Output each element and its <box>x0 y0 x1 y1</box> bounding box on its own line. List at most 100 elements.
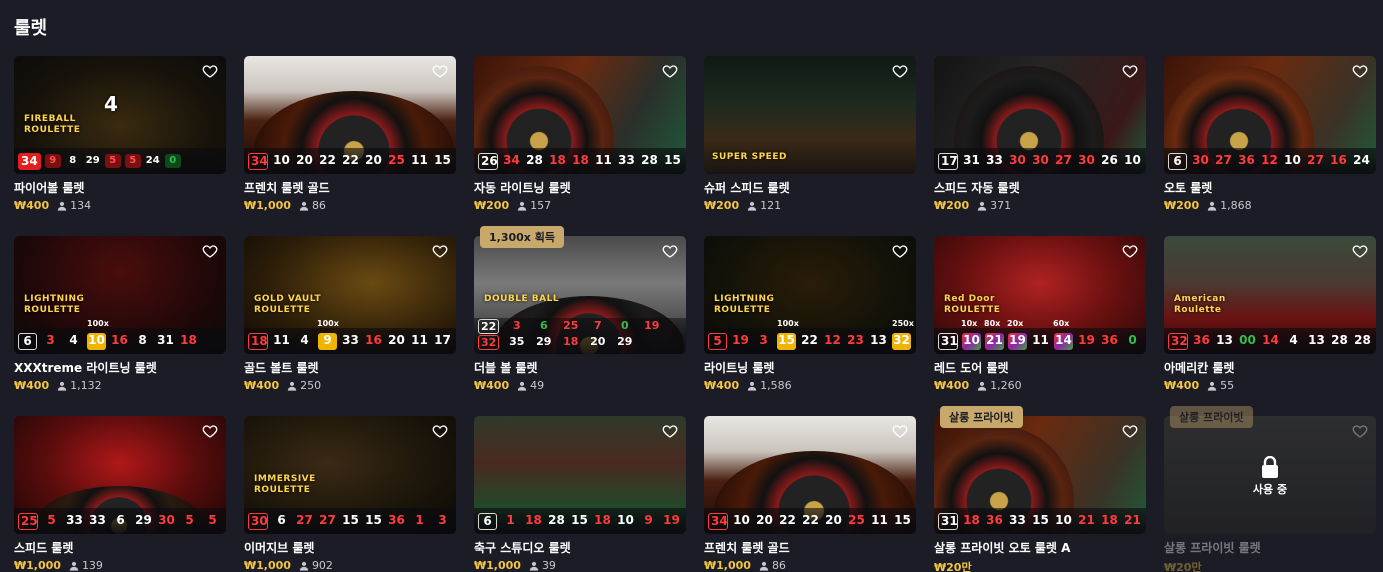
result-number: 11 <box>1032 332 1049 347</box>
game-card[interactable]: American Roulette 32 36 13 00 14 4 13 28 28 아메리칸 룰렛… <box>1164 236 1376 416</box>
result-number: 20 <box>756 512 773 527</box>
result-number: 27 <box>1055 152 1072 167</box>
game-name[interactable]: 파이어볼 룰렛 <box>14 179 84 196</box>
min-bet-price: ₩200 <box>704 199 740 212</box>
game-card[interactable]: Red Door ROULETTE 31 10 10x 21 80x 19 20x 11 14 60x… <box>934 236 1146 416</box>
game-thumbnail[interactable]: American Roulette 32 36 13 00 14 4 13 28 28 <box>1164 236 1376 354</box>
game-meta: ₩400 250 <box>244 379 321 392</box>
favorite-heart-icon[interactable] <box>892 243 908 259</box>
game-meta: ₩200 1,868 <box>1164 199 1252 212</box>
game-thumbnail[interactable]: 6 1 18 28 15 18 10 9 19 <box>474 416 686 534</box>
game-name[interactable]: 살롱 프라이빗 오토 룰렛 A <box>934 539 1070 556</box>
favorite-heart-icon[interactable] <box>432 63 448 79</box>
game-card[interactable]: LIGHTNING ROULETTE 5 19 3 15 100x 22 12 23 13 32 250… <box>704 236 916 416</box>
favorite-heart-icon[interactable] <box>1122 243 1138 259</box>
player-count: 55 <box>1207 379 1234 392</box>
game-thumbnail[interactable]: Red Door ROULETTE 31 10 10x 21 80x 19 20x 11 14 60x… <box>934 236 1146 354</box>
game-name[interactable]: XXXtreme 라이트닝 룰렛 <box>14 359 157 376</box>
game-card[interactable]: 6 1 18 28 15 18 10 9 19 축구 스튜디오 룰렛 ₩1,000 39 <box>474 416 686 572</box>
favorite-heart-icon[interactable] <box>1122 63 1138 79</box>
game-name[interactable]: 스피드 자동 룰렛 <box>934 179 1020 196</box>
game-name[interactable]: 살롱 프라이빗 룰렛 <box>1164 539 1261 556</box>
favorite-heart-icon[interactable] <box>1352 243 1368 259</box>
game-card[interactable]: IMMERSIVE ROULETTE 30 6 27 27 15 15 36 1 3 이머지브 룰렛 ₩… <box>244 416 456 572</box>
favorite-heart-icon[interactable] <box>432 423 448 439</box>
favorite-heart-icon[interactable] <box>662 243 678 259</box>
game-card[interactable]: SUPER SPEED 슈퍼 스피드 룰렛 ₩200 121 <box>704 56 916 236</box>
game-thumbnail[interactable]: 26 34 28 18 18 11 33 28 15 <box>474 56 686 174</box>
game-name[interactable]: 오토 룰렛 <box>1164 179 1212 196</box>
result-number: 3 <box>46 332 55 347</box>
game-name[interactable]: 자동 라이트닝 룰렛 <box>474 179 571 196</box>
game-card[interactable]: 6 30 27 36 12 10 27 16 24 오토 룰렛 ₩200 1,868 <box>1164 56 1376 236</box>
result-number: 26 <box>1101 152 1118 167</box>
player-count-value: 139 <box>81 559 103 572</box>
result-number: 18 <box>563 334 579 348</box>
game-thumbnail[interactable]: SUPER SPEED <box>704 56 916 174</box>
result-number: 10 <box>733 512 750 527</box>
game-thumbnail[interactable]: LIGHTNING ROULETTE 6 3 4 10 100x 16 8 31 18 <box>14 236 226 354</box>
game-card[interactable]: LIGHTNING ROULETTE 6 3 4 10 100x 16 8 31 18 XXXtrem… <box>14 236 226 416</box>
game-name[interactable]: 프렌치 룰렛 골드 <box>244 179 330 196</box>
game-thumbnail[interactable]: 6 30 27 36 12 10 27 16 24 <box>1164 56 1376 174</box>
result-number: 25 <box>848 512 865 527</box>
multiplier-label: 250x <box>892 319 914 328</box>
game-thumbnail[interactable]: IMMERSIVE ROULETTE 30 6 27 27 15 15 36 1 3 <box>244 416 456 534</box>
favorite-heart-icon[interactable] <box>202 243 218 259</box>
game-name[interactable]: 슈퍼 스피드 룰렛 <box>704 179 790 196</box>
game-card[interactable]: 31 18 36 33 15 10 21 18 21 살롱 프라이빗 살롱 프라이빗 오토 룰렛 A… <box>934 406 1146 572</box>
game-card[interactable]: 26 34 28 18 18 11 33 28 15 자동 라이트닝 룰렛 ₩200 157 <box>474 56 686 236</box>
game-thumbnail[interactable]: 17 31 33 30 30 27 30 26 10 <box>934 56 1146 174</box>
result-number: 1 <box>506 512 515 527</box>
favorite-heart-icon[interactable] <box>662 423 678 439</box>
favorite-heart-icon[interactable] <box>432 243 448 259</box>
favorite-heart-icon[interactable] <box>202 63 218 79</box>
game-card[interactable]: DOUBLE BALL 22 3 6 25 7 0 19 32 35 29 18 20 29 1,300x … <box>474 226 686 416</box>
game-name[interactable]: 축구 스튜디오 룰렛 <box>474 539 571 556</box>
game-name[interactable]: 라이트닝 룰렛 <box>704 359 774 376</box>
result-number: 11 <box>273 332 290 347</box>
favorite-heart-icon[interactable] <box>202 423 218 439</box>
favorite-heart-icon[interactable] <box>662 63 678 79</box>
game-card[interactable]: 34 10 20 22 22 20 25 11 15 프렌치 룰렛 골드 ₩1,000 86 <box>704 416 916 572</box>
game-thumbnail[interactable]: FIREBALL ROULETTE 4 34 9 8 29 5 5 24 0 <box>14 56 226 174</box>
min-bet-price: ₩400 <box>1164 379 1200 392</box>
result-number: 11 <box>595 152 612 167</box>
player-count-value: 1,586 <box>760 379 792 392</box>
result-number: 5 <box>185 512 194 527</box>
game-thumbnail[interactable]: 34 10 20 22 22 20 25 11 15 <box>704 416 916 534</box>
game-name[interactable]: 더블 볼 룰렛 <box>474 359 538 376</box>
result-number: 28 <box>1354 332 1371 347</box>
player-count-value: 55 <box>1220 379 1235 392</box>
in-use-label: 사용 중 <box>1252 483 1288 496</box>
game-thumbnail[interactable]: LIGHTNING ROULETTE 5 19 3 15 100x 22 12 23 13 32 250… <box>704 236 916 354</box>
game-card[interactable]: 25 5 33 33 6 29 30 5 5 스피드 룰렛 ₩1,000 139 <box>14 416 226 572</box>
game-card[interactable]: FIREBALL ROULETTE 4 34 9 8 29 5 5 24 0 파이어볼 룰렛 ₩400 1… <box>14 56 226 236</box>
game-name[interactable]: 이머지브 룰렛 <box>244 539 314 556</box>
game-card[interactable]: GOLD VAULT ROULETTE 18 11 4 9 100x 33 16 20 11 17 골드… <box>244 236 456 416</box>
result-number: 10 <box>87 332 106 350</box>
game-card[interactable]: 17 31 33 30 30 27 30 26 10 스피드 자동 룰렛 ₩200 371 <box>934 56 1146 236</box>
player-count-value: 39 <box>541 559 556 572</box>
game-thumbnail[interactable]: DOUBLE BALL 22 3 6 25 7 0 19 32 35 29 18 20 29 <box>474 236 686 354</box>
game-name[interactable]: 레드 도어 룰렛 <box>934 359 1009 376</box>
favorite-heart-icon[interactable] <box>1352 63 1368 79</box>
game-thumbnail[interactable]: GOLD VAULT ROULETTE 18 11 4 9 100x 33 16 20 11 17 <box>244 236 456 354</box>
game-card[interactable]: 살롱 프라이빗 사용 중 살롱 프라이빗 룰렛 ₩20만 <box>1164 406 1376 572</box>
favorite-heart-icon[interactable] <box>892 63 908 79</box>
favorite-heart-icon[interactable] <box>892 423 908 439</box>
recent-results-bar: 34 10 20 22 22 20 25 11 15 <box>244 148 456 174</box>
favorite-heart-icon[interactable] <box>1122 423 1138 439</box>
game-name[interactable]: 골드 볼트 룰렛 <box>244 359 319 376</box>
game-card[interactable]: 34 10 20 22 22 20 25 11 15 프렌치 룰렛 골드 ₩1,000 86 <box>244 56 456 236</box>
favorite-heart-icon[interactable] <box>1352 423 1368 439</box>
game-thumbnail[interactable]: 31 18 36 33 15 10 21 18 21 <box>934 416 1146 534</box>
player-count-value: 1,260 <box>990 379 1022 392</box>
min-bet-price: ₩400 <box>14 199 50 212</box>
game-thumbnail[interactable]: 34 10 20 22 22 20 25 11 15 <box>244 56 456 174</box>
min-bet-price: ₩200 <box>934 199 970 212</box>
game-name[interactable]: 프렌치 룰렛 골드 <box>704 539 790 556</box>
game-name[interactable]: 아메리칸 룰렛 <box>1164 359 1234 376</box>
game-thumbnail[interactable]: 25 5 33 33 6 29 30 5 5 <box>14 416 226 534</box>
game-name[interactable]: 스피드 룰렛 <box>14 539 73 556</box>
